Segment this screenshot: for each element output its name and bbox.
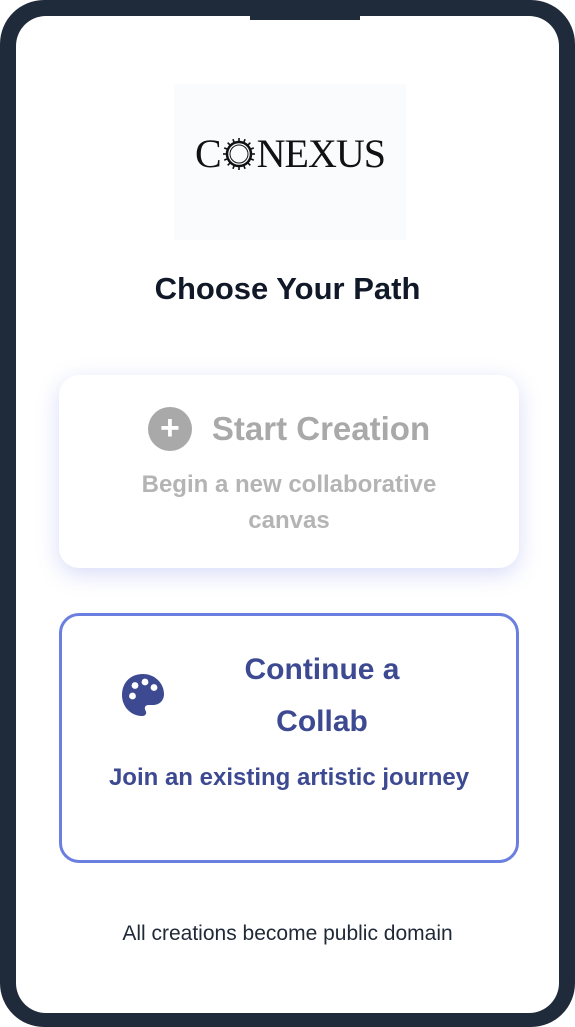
continue-collab-card[interactable]: Continue a Collab Join an existing artis…: [59, 613, 519, 863]
footer-notice: All creations become public domain: [122, 922, 453, 945]
phone-notch: [250, 16, 360, 36]
continue-collab-subtitle: Join an existing artistic journey: [108, 764, 470, 791]
palette-icon: [122, 674, 164, 716]
start-creation-card[interactable]: + Start Creation Begin a new collaborativ…: [59, 375, 519, 568]
logo-wheel-icon: [222, 138, 255, 170]
start-creation-header: + Start Creation: [59, 407, 519, 451]
page-title: Choose Your Path: [154, 271, 421, 306]
plus-circle-icon: +: [147, 407, 192, 451]
app-screen: C NEXUS Choose Your Path + Start Creatio…: [16, 16, 559, 1013]
logo-text-prefix: C: [194, 131, 222, 176]
start-creation-subtitle: Begin a new collaborative canvas: [141, 471, 437, 534]
start-creation-title: Start Creation: [211, 410, 431, 447]
phone-frame: C NEXUS Choose Your Path + Start Creatio…: [0, 0, 575, 1027]
logo: C NEXUS: [174, 84, 406, 240]
logo-wordmark: C NEXUS: [174, 134, 406, 174]
logo-text-suffix: NEXUS: [256, 131, 386, 176]
continue-collab-title: Continue a Collab: [244, 653, 400, 738]
